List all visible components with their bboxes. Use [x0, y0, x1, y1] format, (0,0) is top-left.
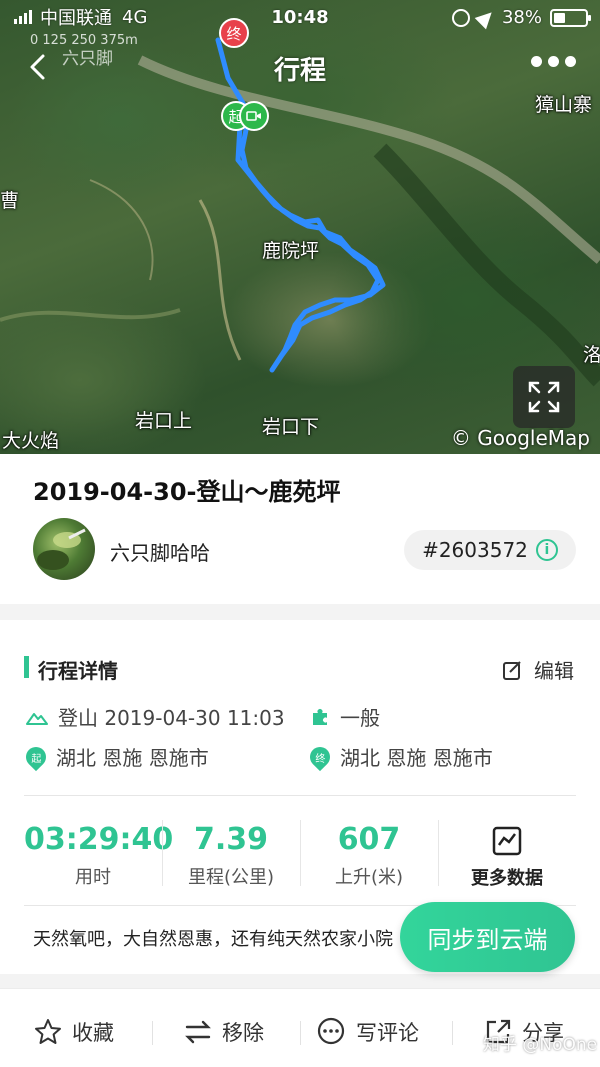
place-label: 曹 [0, 190, 20, 212]
dot-icon [548, 56, 559, 67]
place-label: 洛 [583, 344, 600, 366]
user-name[interactable]: 六只脚哈哈 [110, 537, 210, 566]
end-pin-label: 终 [315, 753, 325, 764]
status-bar: 中国联通 4G 10:48 38% [0, 0, 600, 34]
trip-id-badge[interactable]: #2603572 i [404, 530, 576, 570]
avatar-image [37, 528, 86, 570]
dot-icon [565, 56, 576, 67]
comment-button[interactable]: 写评论 [316, 1017, 419, 1047]
place-label: 岩口下 [262, 416, 320, 438]
sync-to-cloud-button[interactable]: 同步到云端 [400, 902, 575, 972]
edit-icon [503, 660, 521, 680]
stat-label: 用时 [75, 867, 111, 888]
more-data-button[interactable]: 更多数据 [438, 822, 576, 890]
battery-percent: 38% [501, 7, 542, 28]
more-options-button[interactable] [531, 56, 576, 67]
bar-separator [300, 1021, 301, 1045]
edit-label: 编辑 [534, 659, 574, 683]
rotation-lock-icon [451, 8, 470, 27]
stat-label: 里程(公里) [187, 867, 275, 888]
place-label: 獐山寨 [535, 94, 593, 116]
stat-value: 7.39 [193, 822, 269, 857]
end-location-row: 终 湖北 恩施 恩施市 [305, 742, 493, 771]
favorite-button[interactable]: 收藏 [34, 1017, 114, 1047]
avatar[interactable] [33, 518, 95, 580]
section-accent-bar [24, 656, 29, 678]
trip-id: #2603572 [422, 538, 528, 562]
section-title: 行程详情 [38, 659, 118, 683]
watermark: 知乎 @NoOne [483, 1035, 598, 1055]
comment-icon [317, 1017, 345, 1045]
activity-row: 登山 2019-04-30 11:03 [26, 702, 285, 731]
page-title: 行程 [273, 56, 326, 86]
place-label: 鹿院坪 [262, 240, 320, 262]
trip-header-card: 2019-04-30-登山～鹿苑坪 [0, 454, 600, 604]
video-marker[interactable] [239, 101, 269, 131]
end-pin-icon: 终 [305, 742, 335, 771]
difficulty-row: 一般 [310, 702, 380, 731]
stat-distance: 7.39 里程(公里) [162, 822, 300, 889]
start-location-row: 起 湖北 恩施 恩施市 [21, 742, 209, 771]
stat-value: 607 [337, 822, 401, 857]
expand-icon [528, 381, 560, 413]
activity-text: 登山 2019-04-30 11:03 [58, 706, 285, 730]
divider [24, 795, 576, 796]
stat-ascent: 607 上升(米) [300, 822, 438, 889]
start-location: 湖北 恩施 恩施市 [56, 746, 209, 770]
stat-duration: 03:29:40 用时 [24, 822, 174, 889]
video-icon [246, 111, 261, 121]
difficulty-text: 一般 [340, 706, 380, 730]
more-data-label: 更多数据 [471, 868, 543, 889]
comment-label: 写评论 [356, 1021, 419, 1045]
favorite-label: 收藏 [72, 1021, 114, 1045]
battery-icon [550, 8, 591, 27]
trip-note: 天然氧吧，大自然恩惠，还有纯天然农家小院 [33, 929, 393, 950]
stat-label: 上升(米) [334, 867, 404, 888]
remove-label: 移除 [222, 1021, 264, 1045]
star-icon [35, 1019, 61, 1044]
bar-separator [452, 1021, 453, 1045]
nav-bar: 行程 [0, 38, 600, 94]
trip-title: 2019-04-30-登山～鹿苑坪 [33, 478, 341, 506]
info-icon: i [535, 539, 558, 561]
end-location: 湖北 恩施 恩施市 [340, 746, 493, 770]
bar-separator [152, 1021, 153, 1045]
start-pin-icon: 起 [21, 742, 51, 771]
location-icon [474, 6, 498, 29]
place-label: 岩口上 [135, 410, 193, 432]
mountain-icon [26, 712, 48, 725]
chart-icon [492, 826, 522, 856]
place-label: 大火焰 [2, 430, 60, 452]
map-attribution: © GoogleMap [450, 426, 590, 450]
bottom-action-bar: 收藏 移除 写评论 分享 [0, 988, 600, 1067]
edit-button[interactable]: 编辑 [502, 655, 574, 684]
puzzle-icon [313, 708, 327, 725]
fullscreen-button[interactable] [513, 366, 575, 428]
dot-icon [531, 56, 542, 67]
stat-value: 03:29:40 [24, 822, 174, 857]
start-pin-label: 起 [31, 753, 41, 764]
remove-button[interactable]: 移除 [184, 1017, 264, 1047]
swap-icon [185, 1020, 211, 1044]
